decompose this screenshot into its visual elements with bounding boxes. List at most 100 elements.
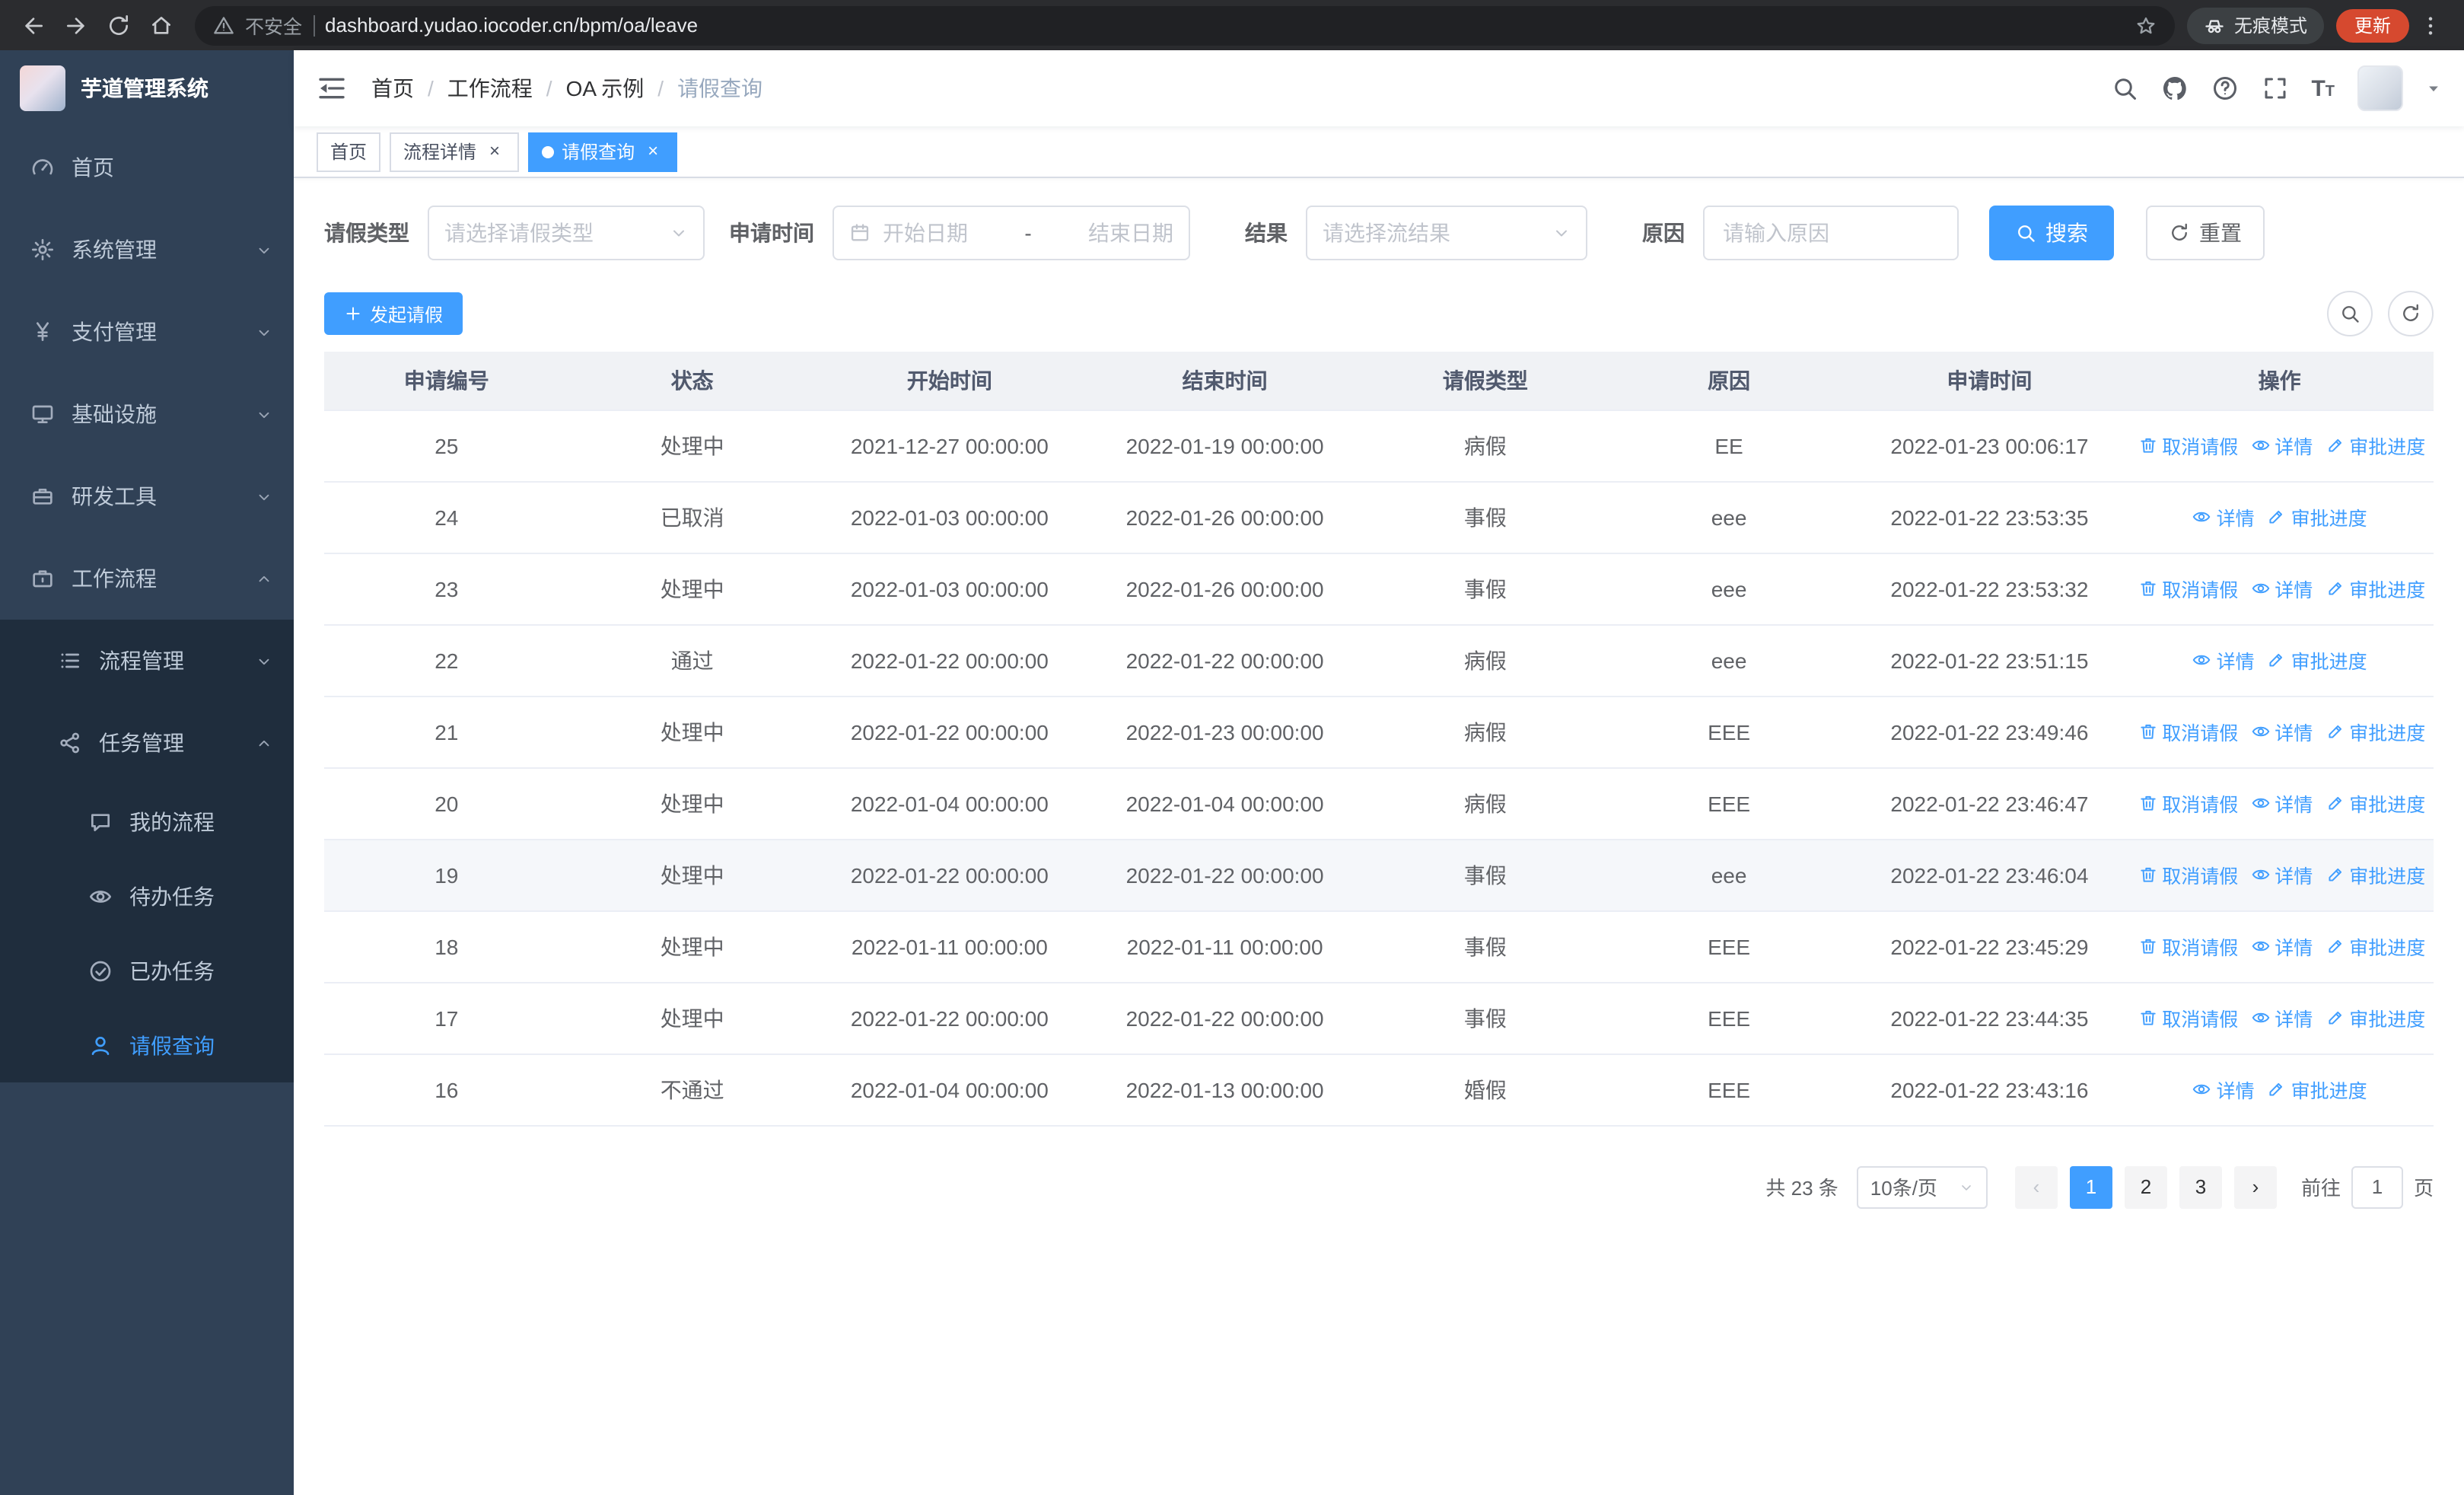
tab-process-detail[interactable]: 流程详情 × xyxy=(390,132,520,171)
approval-progress-link[interactable]: 审批进度 xyxy=(2325,717,2425,746)
detail-link[interactable]: 详情 xyxy=(2250,1003,2313,1032)
sidebar-item-done-tasks[interactable]: 已办任务 xyxy=(0,933,294,1008)
share-icon xyxy=(58,731,82,755)
page-button-3[interactable]: 3 xyxy=(2179,1165,2222,1208)
sidebar: 芋道管理系统 首页 系统管理 支付管理 基础设施 研发工具 工作流程 流程管理 … xyxy=(0,50,294,1495)
tab-home[interactable]: 首页 xyxy=(317,132,381,171)
sidebar-item-payment-management[interactable]: 支付管理 xyxy=(0,291,294,373)
approval-progress-link[interactable]: 审批进度 xyxy=(2325,1003,2425,1032)
table-cell: eee xyxy=(1604,481,1854,553)
cancel-leave-link-label: 取消请假 xyxy=(2162,723,2239,744)
table-cell: 2022-01-11 00:00:00 xyxy=(1083,910,1367,983)
breadcrumb-item-oa-example[interactable]: OA 示例 xyxy=(566,73,645,104)
breadcrumb-item-home[interactable]: 首页 xyxy=(371,73,414,104)
browser-menu-button[interactable] xyxy=(2409,4,2452,46)
cancel-leave-link[interactable]: 取消请假 xyxy=(2138,574,2238,603)
goto-page-input[interactable] xyxy=(2351,1165,2403,1208)
table-cell: 25 xyxy=(324,410,569,482)
bookmark-star-icon[interactable] xyxy=(2135,14,2157,36)
eye-icon xyxy=(2250,1008,2270,1028)
cancel-leave-link[interactable]: 取消请假 xyxy=(2138,431,2238,460)
cancel-leave-link[interactable]: 取消请假 xyxy=(2138,717,2238,746)
page-size-select[interactable]: 10条/页 xyxy=(1856,1165,1988,1208)
trash-icon xyxy=(2138,722,2157,741)
reset-button[interactable]: 重置 xyxy=(2146,206,2265,260)
sidebar-item-process-management[interactable]: 流程管理 xyxy=(0,620,294,702)
security-label[interactable]: 不安全 xyxy=(245,11,302,40)
approval-progress-link[interactable]: 审批进度 xyxy=(2325,574,2425,603)
browser-back-button[interactable] xyxy=(12,4,55,46)
detail-link[interactable]: 详情 xyxy=(2192,1075,2255,1104)
detail-link[interactable]: 详情 xyxy=(2250,431,2313,460)
breadcrumb-item-leave-query: 请假查询 xyxy=(677,76,763,100)
next-page-button[interactable]: › xyxy=(2233,1165,2277,1208)
browser-forward-button[interactable] xyxy=(55,4,97,46)
detail-link[interactable]: 详情 xyxy=(2192,502,2255,531)
page-button-2[interactable]: 2 xyxy=(2124,1165,2167,1208)
address-bar[interactable]: 不安全 dashboard.yudao.iocoder.cn/bpm/oa/le… xyxy=(195,5,2175,45)
sidebar-item-todo-tasks[interactable]: 待办任务 xyxy=(0,859,294,933)
reason-input[interactable] xyxy=(1703,206,1959,260)
refresh-table-button[interactable] xyxy=(2388,291,2434,336)
sidebar-item-workflow[interactable]: 工作流程 xyxy=(0,537,294,620)
github-button[interactable] xyxy=(2160,75,2188,102)
approval-progress-link[interactable]: 审批进度 xyxy=(2267,645,2367,674)
sidebar-item-my-processes[interactable]: 我的流程 xyxy=(0,784,294,859)
detail-link-label: 详情 xyxy=(2275,938,2313,959)
detail-link[interactable]: 详情 xyxy=(2250,574,2313,603)
browser-reload-button[interactable] xyxy=(97,4,140,46)
column-header: 原因 xyxy=(1604,352,1854,410)
chevron-down-icon[interactable] xyxy=(2426,81,2441,96)
sidebar-toggle-button[interactable] xyxy=(317,73,347,104)
help-button[interactable] xyxy=(2211,75,2238,102)
sidebar-item-infrastructure[interactable]: 基础设施 xyxy=(0,373,294,455)
approval-progress-link[interactable]: 审批进度 xyxy=(2325,789,2425,818)
tab-leave-query[interactable]: 请假查询 × xyxy=(528,132,678,171)
browser-home-button[interactable] xyxy=(140,4,183,46)
user-avatar[interactable] xyxy=(2357,65,2403,111)
leave-type-select[interactable]: 请选择请假类型 xyxy=(428,206,705,260)
approval-progress-link[interactable]: 审批进度 xyxy=(2325,932,2425,961)
cancel-leave-link[interactable]: 取消请假 xyxy=(2138,789,2238,818)
cancel-leave-link[interactable]: 取消请假 xyxy=(2138,932,2238,961)
breadcrumb-item-workflow[interactable]: 工作流程 xyxy=(447,73,533,104)
sidebar-item-leave-query[interactable]: 请假查询 xyxy=(0,1008,294,1082)
sidebar-item-dev-tools[interactable]: 研发工具 xyxy=(0,455,294,537)
approval-progress-link[interactable]: 审批进度 xyxy=(2267,502,2367,531)
detail-link[interactable]: 详情 xyxy=(2250,789,2313,818)
approval-progress-link[interactable]: 审批进度 xyxy=(2325,431,2425,460)
cancel-leave-link[interactable]: 取消请假 xyxy=(2138,1003,2238,1032)
fullscreen-button[interactable] xyxy=(2261,75,2288,102)
create-leave-button[interactable]: 发起请假 xyxy=(324,292,463,335)
approval-progress-link[interactable]: 审批进度 xyxy=(2267,1075,2367,1104)
table-row: 20 处理中 2022-01-04 00:00:00 2022-01-04 00:00… xyxy=(324,767,2434,840)
detail-link[interactable]: 详情 xyxy=(2250,860,2313,889)
cancel-leave-link[interactable]: 取消请假 xyxy=(2138,860,2238,889)
page-button-1[interactable]: 1 xyxy=(2069,1165,2112,1208)
close-icon[interactable]: × xyxy=(484,140,505,162)
approval-progress-link[interactable]: 审批进度 xyxy=(2325,860,2425,889)
table-cell: 2022-01-11 00:00:00 xyxy=(815,910,1084,983)
header-search-button[interactable] xyxy=(2110,75,2138,102)
detail-link[interactable]: 详情 xyxy=(2250,717,2313,746)
font-size-button[interactable]: TT xyxy=(2311,77,2335,100)
sidebar-item-task-management[interactable]: 任务管理 xyxy=(0,702,294,784)
sidebar-item-home[interactable]: 首页 xyxy=(0,126,294,209)
sidebar-item-system-management[interactable]: 系统管理 xyxy=(0,209,294,291)
start-date-placeholder: 开始日期 xyxy=(883,221,968,245)
close-icon[interactable]: × xyxy=(642,140,664,162)
detail-link[interactable]: 详情 xyxy=(2192,645,2255,674)
table-cell: 2022-01-26 00:00:00 xyxy=(1083,481,1367,553)
result-select[interactable]: 请选择流结果 xyxy=(1306,206,1587,260)
prev-page-button[interactable]: ‹ xyxy=(2014,1165,2058,1208)
table-cell: 2022-01-22 23:46:47 xyxy=(1853,767,2126,840)
toggle-search-button[interactable] xyxy=(2327,291,2373,336)
apply-time-range-picker[interactable]: 开始日期 - 结束日期 xyxy=(832,206,1190,260)
eye-icon xyxy=(2250,936,2270,956)
detail-link[interactable]: 详情 xyxy=(2250,932,2313,961)
update-button[interactable]: 更新 xyxy=(2335,8,2409,42)
url-text[interactable]: dashboard.yudao.iocoder.cn/bpm/oa/leave xyxy=(325,14,698,37)
table-cell: EEE xyxy=(1604,696,1854,768)
table-cell: 不通过 xyxy=(568,1054,816,1126)
search-button[interactable]: 搜索 xyxy=(1989,206,2114,260)
